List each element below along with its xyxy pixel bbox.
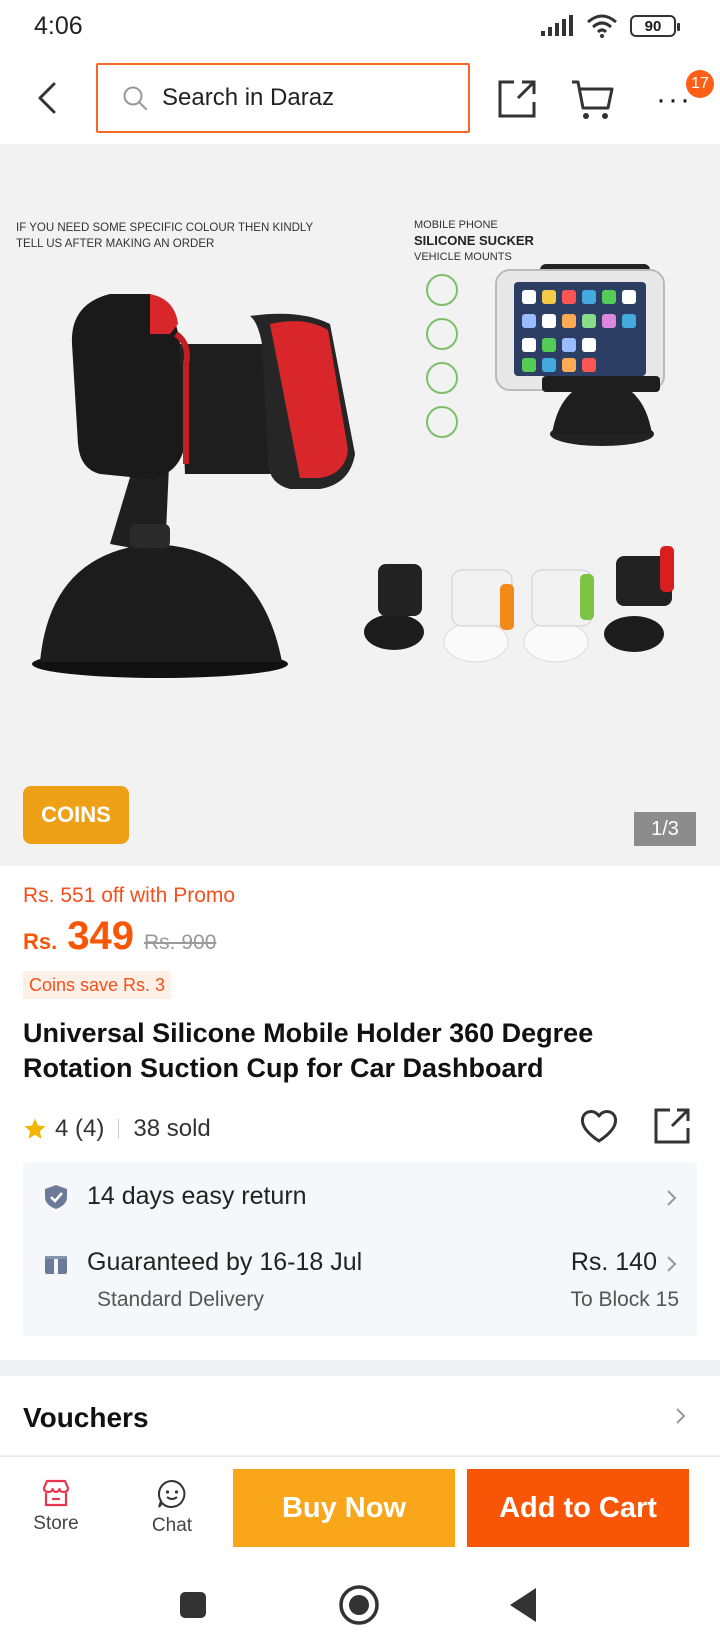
chevron-right-icon — [667, 1256, 677, 1272]
search-input[interactable]: Search in Daraz — [96, 63, 470, 133]
price-current: 349 — [67, 914, 134, 958]
add-to-cart-button[interactable]: Add to Cart — [467, 1469, 689, 1547]
sold-count: 38 sold — [133, 1115, 211, 1142]
product-title: Universal Silicone Mobile Holder 360 Deg… — [23, 1018, 594, 1083]
cart-icon[interactable] — [570, 76, 616, 122]
recent-apps-icon[interactable] — [178, 1590, 208, 1620]
star-icon — [24, 1118, 46, 1139]
wifi-icon — [587, 14, 617, 38]
battery-level: 90 — [644, 17, 662, 35]
search-icon — [123, 86, 147, 110]
chat-icon — [157, 1479, 186, 1508]
image-page-indicator: 1/3 — [634, 812, 696, 846]
top-nav: Search in Daraz ··· — [0, 56, 720, 144]
status-time: 4:06 — [34, 12, 83, 40]
vouchers-row[interactable]: Vouchers — [0, 1376, 720, 1456]
promo-text[interactable]: Rs. 551 off with Promo — [23, 884, 235, 908]
back-nav-icon[interactable] — [506, 1586, 540, 1624]
rating-value: 4 (4) — [55, 1115, 105, 1142]
store-button[interactable]: Store — [16, 1479, 96, 1549]
wishlist-heart-icon[interactable] — [578, 1105, 620, 1147]
delivery-row[interactable]: Guaranteed by 16-18 Jul Standard Deliver… — [23, 1232, 697, 1336]
rating-row[interactable]: 4 (4) 38 sold — [23, 1110, 211, 1148]
price-currency: Rs. — [23, 929, 58, 954]
product-image — [32, 264, 674, 678]
shield-check-icon — [45, 1185, 67, 1209]
share-icon[interactable] — [652, 1106, 692, 1146]
chat-button[interactable]: Chat — [132, 1479, 212, 1549]
package-icon — [45, 1252, 67, 1274]
chat-label: Chat — [151, 1515, 193, 1536]
signal-icon — [541, 15, 573, 36]
coins-save-badge: Coins save Rs. 3 — [23, 971, 172, 999]
cart-badge: 17 — [686, 70, 714, 98]
bottom-action-bar: Store Chat Buy Now Add to Cart — [0, 1456, 720, 1564]
store-icon — [42, 1479, 70, 1507]
product-image-gallery[interactable]: IF YOU NEED SOME SPECIFIC COLOUR THEN KI… — [0, 144, 720, 866]
delivery-guarantee: Guaranteed by 16-18 Jul — [87, 1248, 363, 1276]
back-icon[interactable] — [28, 76, 68, 120]
vouchers-title: Vouchers — [23, 1402, 149, 1433]
price-row: Rs. 349 Rs. 900 — [23, 914, 216, 964]
system-navigation-bar — [0, 1564, 720, 1650]
battery-icon: 90 — [630, 15, 680, 37]
search-placeholder: Search in Daraz — [162, 84, 335, 111]
return-policy-row[interactable]: 14 days easy return — [23, 1162, 697, 1232]
status-bar: 4:06 90 — [0, 0, 720, 56]
buy-now-button[interactable]: Buy Now — [233, 1469, 455, 1547]
status-icons: 90 — [540, 14, 680, 38]
price-original: Rs. 900 — [144, 931, 217, 954]
chevron-right-icon — [676, 1408, 686, 1424]
delivery-type: Standard Delivery — [97, 1288, 264, 1311]
delivery-fee: Rs. 140 — [570, 1248, 657, 1276]
section-divider — [0, 1360, 720, 1376]
chevron-right-icon — [667, 1190, 677, 1206]
return-policy-text: 14 days easy return — [87, 1182, 307, 1210]
home-icon[interactable] — [338, 1584, 380, 1626]
delivery-location: To Block 15 — [570, 1288, 679, 1311]
store-label: Store — [33, 1513, 79, 1534]
share-icon[interactable] — [494, 76, 540, 122]
divider — [118, 1119, 120, 1139]
coins-tag: COINS — [23, 786, 129, 844]
service-box: 14 days easy return Guaranteed by 16-18 … — [23, 1162, 697, 1336]
